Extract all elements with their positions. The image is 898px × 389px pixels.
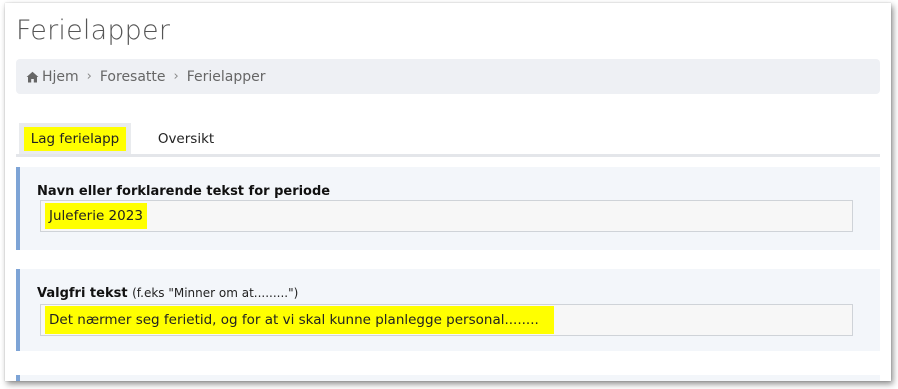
app-window: Ferielapper Hjem › Foresatte › Ferielapp…	[5, 3, 891, 381]
home-icon	[26, 71, 39, 82]
breadcrumb-item-hjem[interactable]: Hjem	[42, 69, 79, 85]
period-name-input[interactable]: Juleferie 2023	[40, 200, 853, 232]
next-section	[16, 375, 880, 381]
optional-text-label-main: Valgfri tekst	[37, 286, 128, 301]
tab-lag-ferielapp[interactable]: Lag ferielapp	[19, 123, 131, 154]
period-name-section: Navn eller forklarende tekst for periode…	[16, 167, 880, 250]
optional-text-hint: (f.eks "Minner om at.........")	[132, 286, 299, 300]
breadcrumb: Hjem › Foresatte › Ferielapper	[16, 59, 880, 94]
optional-text-value: Det nærmer seg ferietid, og for at vi sk…	[45, 306, 554, 334]
tab-label: Lag ferielapp	[23, 126, 127, 151]
tab-bar: Lag ferielapp Oversikt	[16, 123, 880, 157]
optional-text-label: Valgfri tekst (f.eks "Minner om at......…	[37, 286, 298, 301]
period-name-label: Navn eller forklarende tekst for periode	[37, 184, 331, 199]
breadcrumb-item-current: Ferielapper	[186, 68, 266, 85]
tab-oversikt[interactable]: Oversikt	[150, 123, 222, 154]
tab-label: Oversikt	[157, 130, 215, 147]
page-title: Ferielapper	[16, 15, 171, 46]
period-name-value: Juleferie 2023	[45, 203, 147, 229]
breadcrumb-item-foresatte[interactable]: Foresatte	[100, 69, 166, 85]
chevron-right-icon: ›	[173, 69, 179, 84]
chevron-right-icon: ›	[86, 69, 92, 84]
optional-text-input[interactable]: Det nærmer seg ferietid, og for at vi sk…	[40, 304, 853, 336]
optional-text-section: Valgfri tekst (f.eks "Minner om at......…	[16, 269, 880, 351]
breadcrumb-home[interactable]: Hjem	[26, 69, 79, 85]
